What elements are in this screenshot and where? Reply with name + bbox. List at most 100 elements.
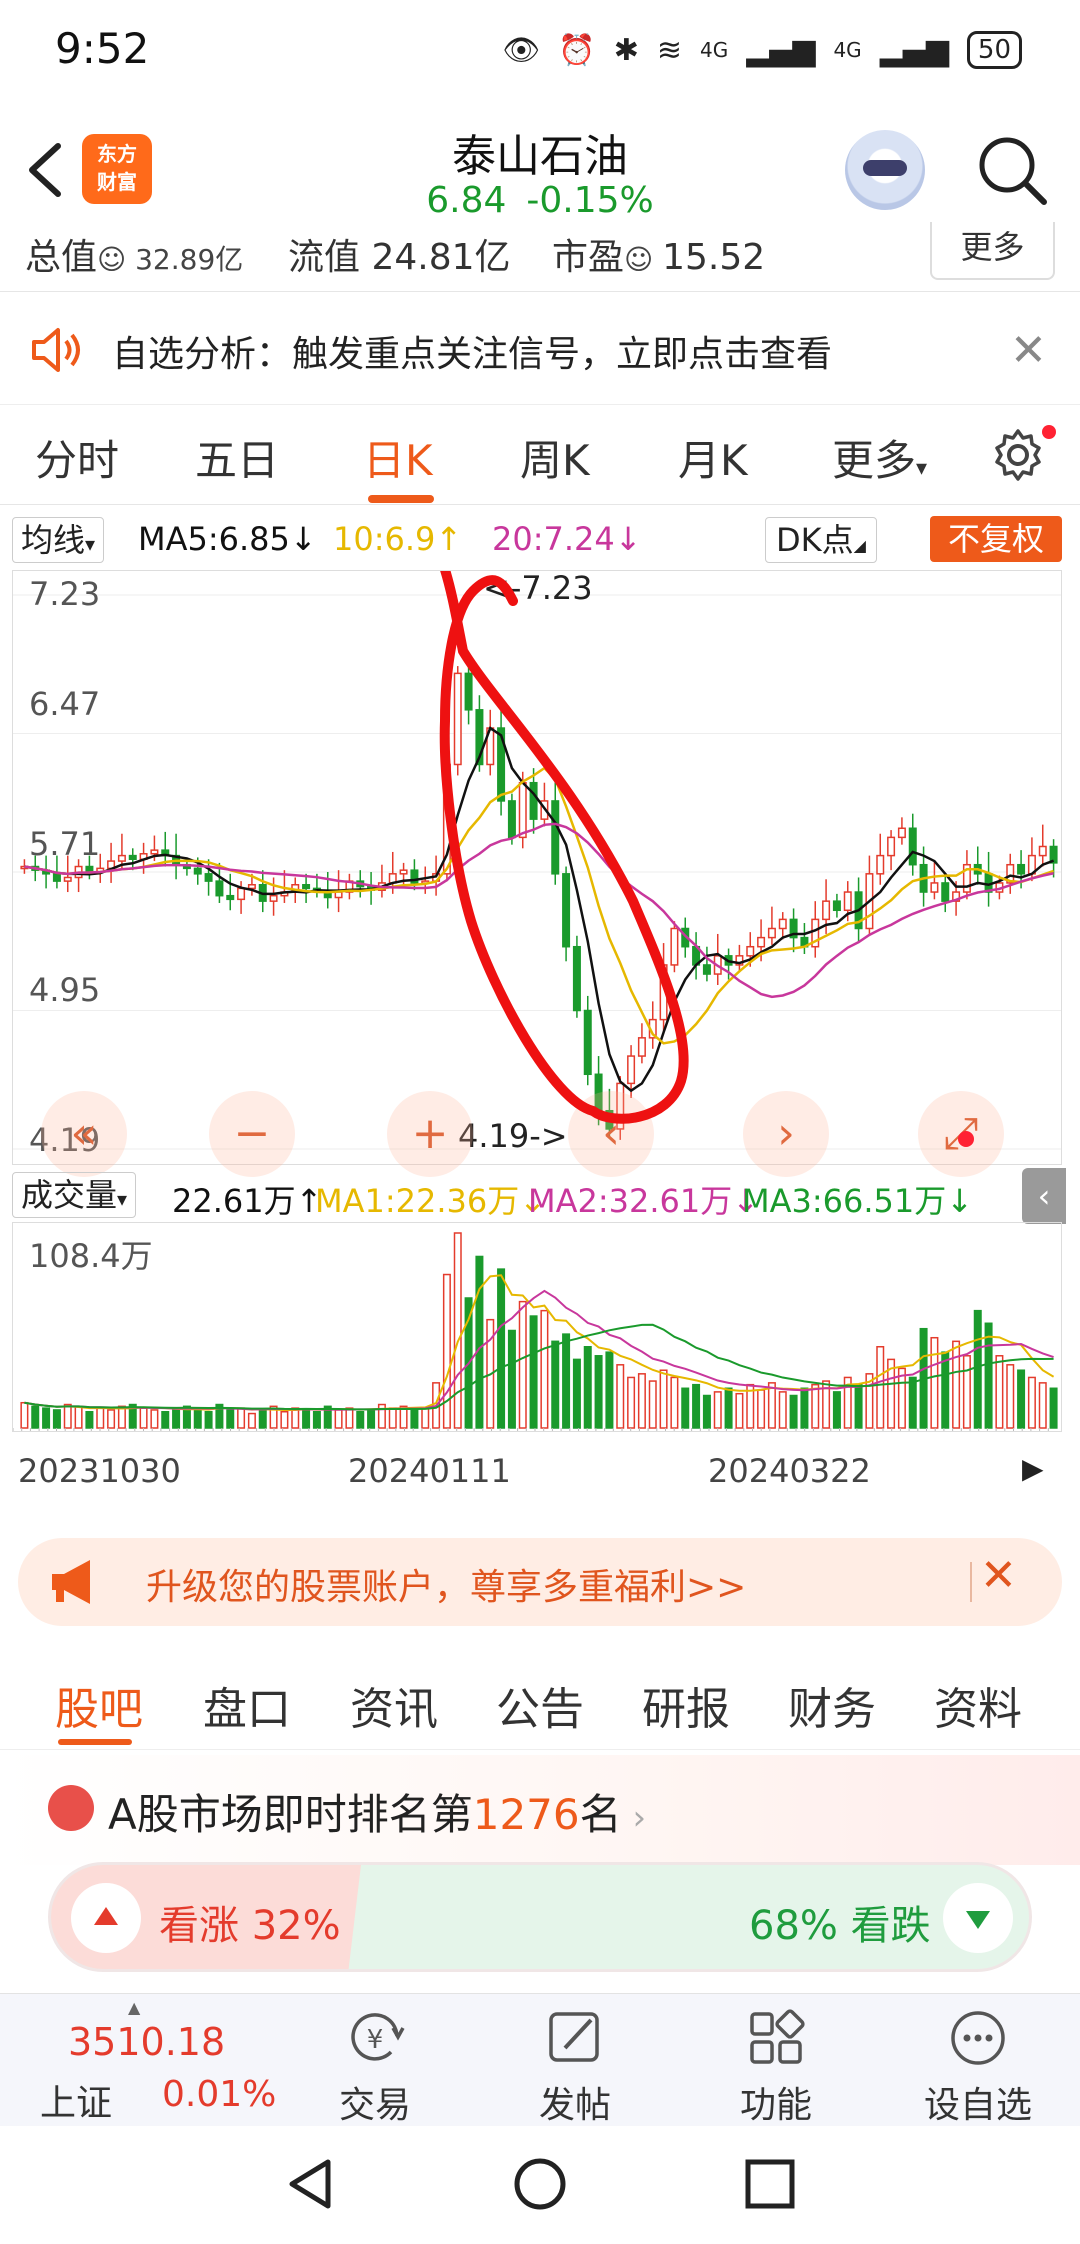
candle — [778, 912, 787, 940]
ranking-text: A股市场即时排名第1276名 › — [108, 1790, 647, 1839]
vote-down-button[interactable] — [943, 1883, 1013, 1953]
adjust-button[interactable]: 不复权 — [930, 516, 1062, 562]
back-triangle-icon[interactable] — [284, 2156, 340, 2212]
kline-chart[interactable]: 7.23 6.47 5.71 4.95 4.19 <-7.23 4.19-> «… — [12, 569, 1062, 1177]
volume-bar — [854, 1383, 863, 1429]
vote-up-button[interactable] — [71, 1883, 141, 1953]
volume-bar — [42, 1407, 51, 1429]
volume-bar — [518, 1300, 527, 1429]
volume-bar — [172, 1409, 181, 1429]
volume-bar — [410, 1409, 419, 1429]
prev-button[interactable]: ‹ — [568, 1091, 654, 1177]
tab-announcements[interactable]: 公告 — [496, 1673, 584, 1737]
candle — [551, 779, 560, 885]
tab-forum[interactable]: 股吧 — [55, 1673, 143, 1737]
alert-text: 自选分析：触发重点关注信号，立即点击查看 — [112, 334, 833, 375]
notification-dot — [958, 1131, 974, 1147]
nav-trade[interactable]: ¥ 交易 — [305, 2006, 445, 2128]
volume-bar — [237, 1407, 246, 1429]
candle — [583, 995, 592, 1086]
volume-bar — [952, 1340, 961, 1429]
candle — [74, 859, 83, 893]
gear-icon[interactable] — [990, 427, 1046, 483]
volume-chart[interactable]: 108.4万 — [12, 1222, 1062, 1432]
play-icon[interactable]: ▶ — [1022, 1452, 1044, 1485]
tab-finance[interactable]: 财务 — [788, 1673, 876, 1737]
svg-text:¥: ¥ — [367, 2025, 384, 2055]
nav-post[interactable]: 发帖 — [505, 2006, 645, 2128]
zoom-in-button[interactable]: + — [387, 1091, 473, 1177]
nav-functions[interactable]: 功能 — [706, 2006, 846, 2128]
candle — [897, 817, 906, 845]
close-icon[interactable]: ✕ — [980, 1550, 1017, 1601]
active-tab-indicator — [58, 1739, 132, 1745]
candle — [800, 923, 809, 955]
indicator-selector[interactable]: 均线▾ — [12, 517, 105, 563]
candle — [973, 846, 982, 885]
header: 东方 财富 泰山石油 6.84 -0.15% — [0, 100, 1080, 235]
volume-bar — [96, 1407, 105, 1429]
candle — [226, 873, 235, 911]
metrics-row: 总值☺ 32.89亿 流值 24.81亿 市盈☺ 15.52 — [0, 228, 1080, 292]
volume-selector[interactable]: 成交量▾ — [12, 1172, 137, 1218]
tab-profile[interactable]: 资料 — [934, 1673, 1022, 1737]
volume-bar — [908, 1376, 917, 1429]
dk-point-button[interactable]: DK点◢ — [765, 517, 877, 563]
stock-change: -0.15% — [526, 180, 654, 221]
volume-bar — [226, 1409, 235, 1429]
volume-bar — [20, 1401, 29, 1429]
back-arrow-icon[interactable] — [20, 140, 70, 200]
more-circle-icon — [951, 2011, 1005, 2065]
close-icon[interactable]: ✕ — [1010, 325, 1047, 376]
home-circle-icon[interactable] — [512, 2156, 568, 2212]
candle — [670, 921, 679, 973]
collapse-panel-button[interactable]: ‹ — [1022, 1168, 1066, 1224]
tab-daily-k[interactable]: 日K — [363, 427, 433, 488]
bar-chart-icon — [48, 1785, 94, 1831]
recent-apps-icon[interactable] — [742, 2156, 798, 2212]
volume-bar — [356, 1411, 365, 1429]
next-button[interactable]: › — [743, 1091, 829, 1177]
nav-add-watchlist[interactable]: 设自选 — [908, 2006, 1048, 2128]
zoom-out-button[interactable]: − — [209, 1091, 295, 1177]
volume-bar — [897, 1367, 906, 1429]
min-price-label: 4.19-> — [458, 1117, 568, 1155]
signal-1-label: 4G — [700, 38, 729, 62]
edit-icon — [549, 2012, 599, 2062]
volume-bar — [962, 1355, 971, 1429]
volume-bar — [247, 1412, 256, 1429]
promo-banner[interactable]: 升级您的股票账户，尊享多重福利>> ✕ — [18, 1538, 1062, 1626]
more-metrics-button[interactable]: 更多 — [930, 222, 1055, 280]
index-value[interactable]: 3510.18 — [68, 2020, 225, 2064]
caret-up-icon: ▲ — [128, 1998, 141, 2017]
tab-more[interactable]: 更多▾ — [832, 427, 927, 488]
volume-bar — [648, 1380, 657, 1429]
tab-news[interactable]: 资讯 — [350, 1673, 438, 1737]
stock-price-line: 6.84 -0.15% — [340, 180, 740, 221]
tab-five-day[interactable]: 五日 — [195, 427, 279, 488]
candle — [1038, 824, 1047, 867]
volume-bar — [258, 1409, 267, 1429]
volume-max-label: 108.4万 — [29, 1237, 153, 1275]
tab-order-book[interactable]: 盘口 — [203, 1673, 291, 1737]
y-tick-label: 5.71 — [29, 825, 101, 863]
tab-weekly-k[interactable]: 周K — [520, 427, 590, 488]
tab-research[interactable]: 研报 — [642, 1673, 730, 1737]
market-ranking[interactable]: A股市场即时排名第1276名 › — [0, 1755, 1080, 1865]
volume-bar — [767, 1382, 776, 1429]
volume-bar — [627, 1376, 636, 1429]
tab-intraday[interactable]: 分时 — [35, 427, 119, 488]
assistant-robot-icon[interactable] — [845, 130, 925, 210]
vol-ma3: MA3:66.51万↓ — [742, 1182, 974, 1220]
tab-monthly-k[interactable]: 月K — [678, 427, 748, 488]
candle — [453, 666, 462, 776]
candle — [572, 935, 581, 1018]
volume-bar — [85, 1411, 94, 1429]
volume-bar — [31, 1405, 40, 1429]
volume-bar — [930, 1336, 939, 1429]
analysis-alert-banner[interactable]: 自选分析：触发重点关注信号，立即点击查看 ✕ — [0, 295, 1080, 405]
volume-bar — [832, 1391, 841, 1429]
volume-bar — [150, 1409, 159, 1429]
search-icon[interactable] — [974, 132, 1050, 208]
rewind-button[interactable]: « — [41, 1091, 127, 1177]
